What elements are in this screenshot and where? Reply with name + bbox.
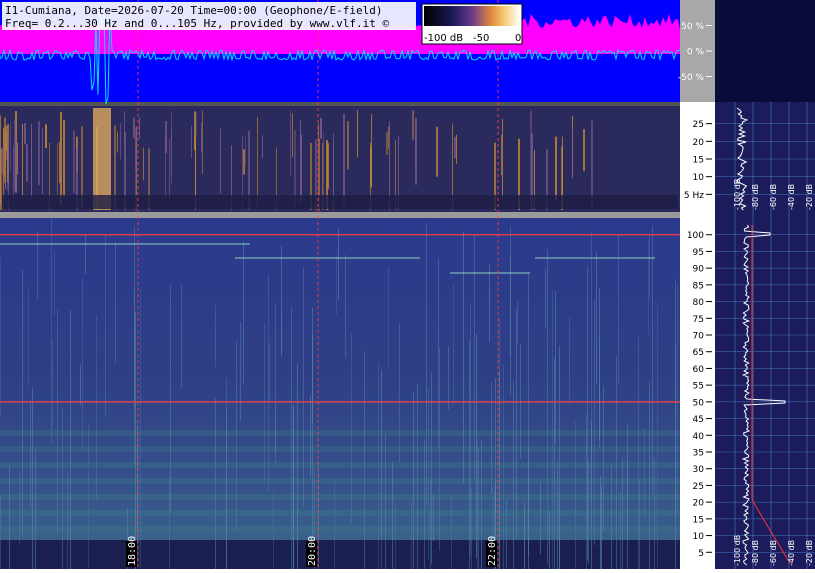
axis-tick-label: 50 % (681, 22, 704, 32)
spectrogram-figure: 18:00 20:00 22:00 50 % 0 % -50 % 25 20 15 10 5 Hz… (0, 0, 815, 569)
axis-tick-label: 60 (693, 365, 705, 375)
axis-tick-label: 10 (693, 173, 705, 183)
time-marker-label: 22:00 (487, 536, 498, 566)
db-scale-label: -100 dB (733, 535, 742, 566)
db-scale-label-elf: -80 dB (751, 184, 760, 210)
axis-tick-label: 90 (693, 265, 705, 275)
axis-tick-label: 5 (698, 549, 704, 559)
colorbar-label-min: -100 dB (424, 33, 463, 44)
db-scale-label-elf: -40 dB (787, 184, 796, 210)
colorbar-label-max: 0 (515, 33, 521, 44)
amplitude-band (0, 28, 680, 54)
spectrum-profile-panel (715, 102, 815, 569)
colorbar: -100 dB -50 0 (421, 3, 523, 45)
axis-tick-label: 40 (693, 432, 705, 442)
db-scale-label: -60 dB (769, 540, 778, 566)
db-scale-label-elf: -20 dB (805, 184, 814, 210)
time-marker-label: 18:00 (127, 536, 138, 566)
db-scale-label-elf: -60 dB (769, 184, 778, 210)
axis-tick-label: 20 (693, 138, 705, 148)
colorbar-label-mid: -50 (473, 33, 489, 44)
axis-tick-label: 75 (693, 315, 704, 325)
axis-tick-label: 100 (687, 231, 704, 241)
db-scale-label-elf: -100 dB (733, 179, 742, 210)
axis-tick-label: 20 (693, 499, 705, 509)
axis-tick-label: 55 (693, 382, 704, 392)
time-marker-label: 20:00 (307, 536, 318, 566)
axis-tick-label: 30 (693, 465, 705, 475)
axis-tick-label: 80 (693, 298, 705, 308)
db-scale-label: -80 dB (751, 540, 760, 566)
axis-tick-label: 10 (693, 532, 705, 542)
axis-tick-label: 95 (693, 248, 704, 258)
header-line2: Freq= 0.2...30 Hz and 0...105 Hz, provid… (5, 17, 389, 30)
axis-tick-label: 0 % (687, 48, 705, 58)
axis-tick-label: 70 (693, 332, 705, 342)
geophone-spectrogram-chart: 18:00 20:00 22:00 50 % 0 % -50 % 25 20 15 10 5 Hz… (0, 0, 815, 569)
axis-tick-label: 25 (693, 120, 704, 130)
axis-tick-label: 25 (693, 482, 704, 492)
axis-tick-label: 5 Hz (684, 191, 704, 201)
axis-tick-label: 35 (693, 449, 704, 459)
axis-tick-label: 65 (693, 348, 704, 358)
axis-tick-label: 45 (693, 415, 704, 425)
axis-tick-label: 15 (693, 515, 704, 525)
header-line1: I1-Cumiana, Date=2026-07-20 Time=00:00 (… (5, 4, 383, 17)
axis-tick-label: 15 (693, 156, 704, 166)
db-scale-label: -40 dB (787, 540, 796, 566)
axis-tick-label: -50 % (678, 73, 705, 83)
spectrogram-panel (0, 218, 680, 569)
db-scale-label: -20 dB (805, 540, 814, 566)
axis-tick-label: 85 (693, 281, 704, 291)
axis-tick-label: 50 (693, 398, 705, 408)
